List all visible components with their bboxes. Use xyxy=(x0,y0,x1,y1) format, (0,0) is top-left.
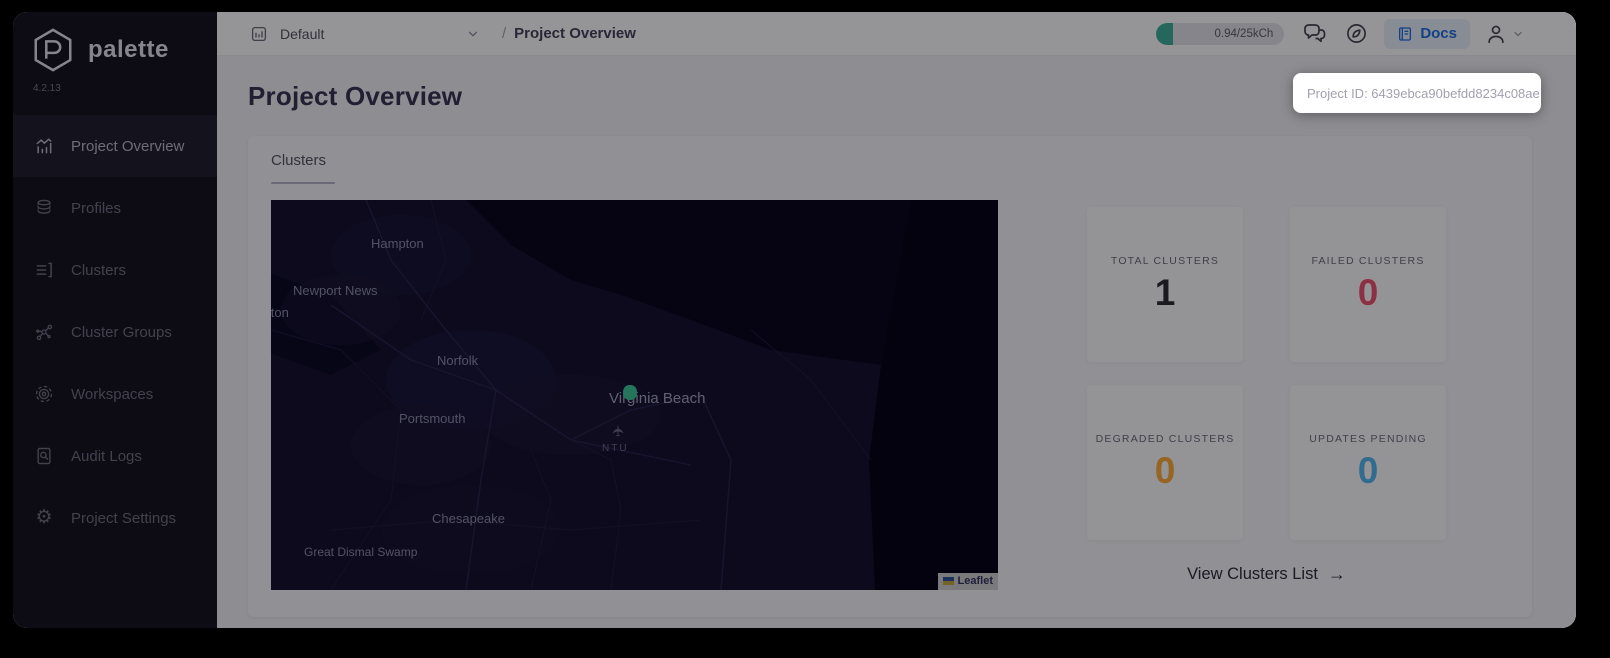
clusters-card: Clusters Hampton Newport News ton Norfol… xyxy=(248,136,1532,617)
stat-card-degraded-clusters: DEGRADED CLUSTERS 0 xyxy=(1087,385,1243,540)
leaflet-attribution-link[interactable]: Leaflet xyxy=(958,575,993,587)
cluster-stats: TOTAL CLUSTERS 1 FAILED CLUSTERS 0 DEGRA… xyxy=(1087,200,1446,590)
view-clusters-list-link[interactable]: View Clusters List → xyxy=(1087,564,1446,585)
usage-progress-fill xyxy=(1156,22,1174,45)
bar-chart-icon xyxy=(36,138,52,154)
stat-card-updates-pending: UPDATES PENDING 0 xyxy=(1290,385,1446,540)
app-name: palette xyxy=(88,36,169,63)
breadcrumb: / Project Overview xyxy=(502,25,636,42)
palette-logo-icon xyxy=(34,28,72,72)
stat-label: UPDATES PENDING xyxy=(1309,433,1427,445)
usage-badge[interactable]: 0.94/25kCh xyxy=(1156,22,1285,45)
usage-text: 0.94/25kCh xyxy=(1214,27,1274,40)
docs-label: Docs xyxy=(1420,25,1457,42)
sidebar-item-cluster-groups[interactable]: Cluster Groups xyxy=(13,301,217,363)
map-label-city: Norfolk xyxy=(437,353,479,368)
concentric-circles-icon xyxy=(35,385,53,403)
user-icon[interactable] xyxy=(1485,23,1507,45)
sidebar-item-project-settings[interactable]: ⚙ Project Settings xyxy=(13,487,217,549)
stat-value-degraded: 0 xyxy=(1154,450,1176,491)
map-label-city: Chesapeake xyxy=(432,511,505,526)
sidebar: palette 4.2.13 Project Overview Profiles… xyxy=(13,12,217,628)
tab-clusters-label: Clusters xyxy=(271,152,327,169)
sidebar-item-label: Clusters xyxy=(71,261,127,279)
topbar: Default / Project Overview 0.94/25kCh Do… xyxy=(217,12,1576,56)
gear-icon: ⚙ xyxy=(35,507,53,528)
stat-card-total-clusters: TOTAL CLUSTERS 1 xyxy=(1087,207,1243,362)
tab-active-indicator xyxy=(271,182,335,184)
project-scope-selector[interactable]: Default xyxy=(250,25,480,43)
stat-label: FAILED CLUSTERS xyxy=(1311,255,1425,267)
chevron-down-icon[interactable] xyxy=(1512,28,1524,40)
stats-grid: TOTAL CLUSTERS 1 FAILED CLUSTERS 0 DEGRA… xyxy=(1087,207,1446,540)
book-icon xyxy=(1399,26,1412,41)
sidebar-item-label: Project Settings xyxy=(71,509,177,527)
sidebar-item-label: Project Overview xyxy=(71,137,185,155)
map-label-city: Newport News xyxy=(293,283,378,298)
project-scope-value: Default xyxy=(280,25,325,42)
map-label-city: Hampton xyxy=(371,236,424,251)
stat-label: DEGRADED CLUSTERS xyxy=(1095,433,1235,445)
view-clusters-list-label: View Clusters List xyxy=(1187,565,1318,583)
tab-clusters[interactable]: Clusters xyxy=(271,152,335,184)
stat-label: TOTAL CLUSTERS xyxy=(1110,255,1220,267)
stat-card-failed-clusters: FAILED CLUSTERS 0 xyxy=(1290,207,1446,362)
map-label-city: llton xyxy=(271,305,289,320)
stat-value-updates: 0 xyxy=(1357,450,1379,491)
screen: palette 4.2.13 Project Overview Profiles… xyxy=(0,0,1610,658)
logo: palette xyxy=(13,12,217,73)
sidebar-item-label: Audit Logs xyxy=(71,447,142,465)
nodes-icon xyxy=(36,324,53,341)
map-label-city: Portsmouth xyxy=(399,411,466,426)
sidebar-item-label: Profiles xyxy=(71,199,122,217)
breadcrumb-separator: / xyxy=(502,25,507,42)
panel-row: Hampton Newport News llton Norfolk Virgi… xyxy=(248,200,1532,590)
tab-row: Clusters xyxy=(248,136,1532,200)
ukraine-flag-icon xyxy=(942,577,954,585)
map-label-airport: NTU xyxy=(602,443,629,454)
map-attribution: Leaflet xyxy=(937,573,998,590)
sidebar-item-workspaces[interactable]: Workspaces xyxy=(13,363,217,425)
arrow-right-icon: → xyxy=(1327,564,1346,584)
app-version: 4.2.13 xyxy=(33,83,61,94)
stat-value-total: 1 xyxy=(1154,272,1176,313)
map-label-area: Great Dismal Swamp xyxy=(304,545,418,559)
clusters-map[interactable]: Hampton Newport News llton Norfolk Virgi… xyxy=(271,200,998,590)
chat-icon[interactable] xyxy=(1302,22,1328,46)
page-title: Project Overview xyxy=(248,80,463,111)
list-icon xyxy=(36,262,52,278)
stat-value-failed: 0 xyxy=(1357,272,1379,313)
docs-button[interactable]: Docs xyxy=(1384,18,1470,49)
sidebar-item-clusters[interactable]: Clusters xyxy=(13,239,217,301)
compass-icon[interactable] xyxy=(1345,22,1368,45)
document-search-icon xyxy=(37,447,51,465)
project-id-tooltip: Project ID: 6439ebca90befdd8234c08ae xyxy=(1293,73,1541,113)
sidebar-nav: Project Overview Profiles Clusters Clust… xyxy=(13,115,217,549)
project-id-text: Project ID: 6439ebca90befdd8234c08ae xyxy=(1307,85,1540,101)
sidebar-item-audit-logs[interactable]: Audit Logs xyxy=(13,425,217,487)
chevron-down-icon xyxy=(468,31,478,37)
cluster-map-marker[interactable] xyxy=(623,385,637,400)
layers-icon xyxy=(37,199,51,214)
chart-box-icon xyxy=(251,26,267,41)
breadcrumb-current[interactable]: Project Overview xyxy=(514,25,636,42)
sidebar-item-label: Cluster Groups xyxy=(71,323,172,341)
sidebar-item-project-overview[interactable]: Project Overview xyxy=(13,115,217,177)
sidebar-item-profiles[interactable]: Profiles xyxy=(13,177,217,239)
sidebar-item-label: Workspaces xyxy=(71,385,154,403)
airport-icon: ✈ xyxy=(610,424,628,438)
topbar-right: 0.94/25kCh Docs xyxy=(1156,18,1576,49)
